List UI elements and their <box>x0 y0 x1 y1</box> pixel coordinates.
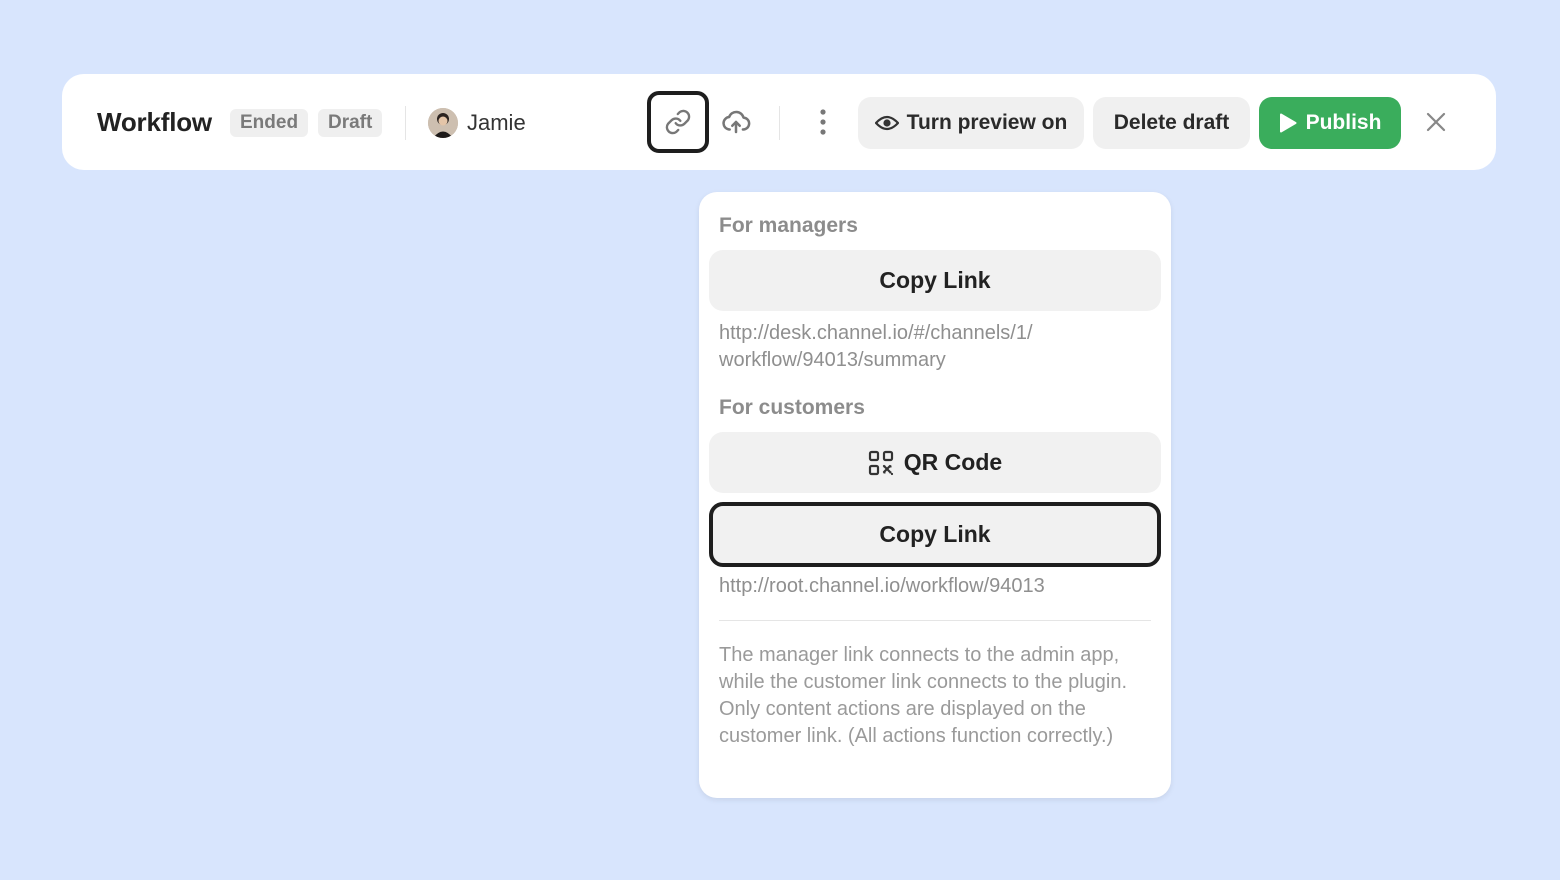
preview-label: Turn preview on <box>906 111 1068 134</box>
copy-customer-link-button[interactable]: Copy Link <box>709 502 1161 567</box>
qr-code-label: QR Code <box>903 449 1003 475</box>
customers-section-title: For customers <box>719 396 865 419</box>
status-badge-draft: Draft <box>318 109 383 137</box>
workflow-toolbar: Workflow Ended Draft Jamie Turn preview … <box>62 74 1496 170</box>
close-icon <box>1426 112 1446 132</box>
divider <box>405 106 406 140</box>
turn-preview-on-button[interactable]: Turn preview on <box>858 97 1084 149</box>
upload-button[interactable] <box>706 92 766 152</box>
qr-code-button[interactable]: QR Code <box>709 432 1161 493</box>
delete-draft-button[interactable]: Delete draft <box>1093 97 1250 149</box>
managers-section-title: For managers <box>719 214 858 237</box>
divider <box>719 620 1151 621</box>
share-link-popover: For managers Copy Link http://desk.chann… <box>699 192 1171 798</box>
cloud-upload-icon <box>722 110 751 134</box>
status-badge-ended: Ended <box>230 109 309 137</box>
copy-link-button[interactable] <box>647 91 709 153</box>
manager-link-url: http://desk.channel.io/#/channels/1/ wor… <box>719 322 1033 371</box>
divider <box>779 106 780 140</box>
page-title: Workflow <box>97 107 212 137</box>
link-icon <box>665 109 691 135</box>
customer-link-url: http://root.channel.io/workflow/94013 <box>719 575 1045 597</box>
more-vertical-icon <box>820 109 826 135</box>
avatar <box>428 108 458 138</box>
publish-label: Publish <box>1305 111 1382 134</box>
eye-icon <box>874 115 899 131</box>
close-button[interactable] <box>1418 104 1454 140</box>
qr-code-icon <box>868 450 893 475</box>
user-name: Jamie <box>467 110 526 135</box>
link-explanation-note: The manager link connects to the admin a… <box>719 644 1127 747</box>
copy-manager-link-button[interactable]: Copy Link <box>709 250 1161 311</box>
play-icon <box>1279 113 1297 133</box>
more-options-button[interactable] <box>793 92 853 152</box>
publish-button[interactable]: Publish <box>1259 97 1401 149</box>
